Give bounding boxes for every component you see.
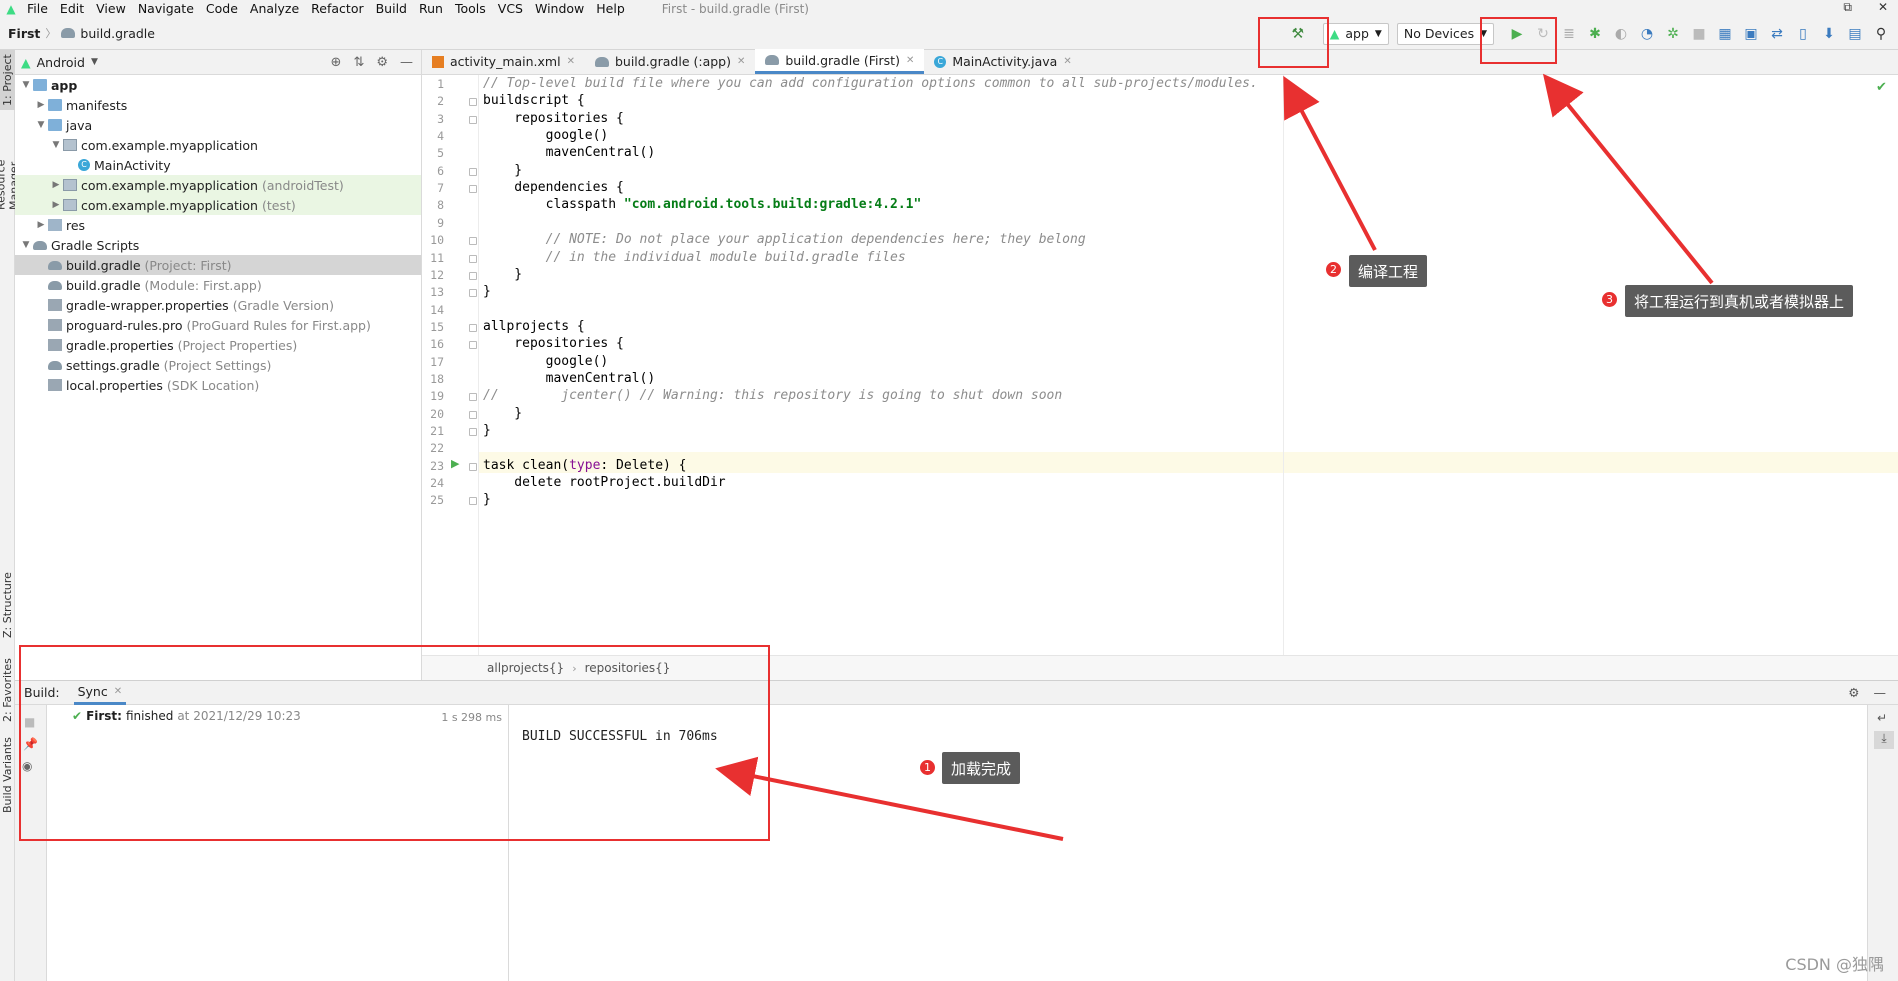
arrow-build — [1283, 75, 1377, 251]
annotation-label-1: 加载完成 — [942, 752, 1021, 784]
annotation-badge-2: 2 — [1324, 260, 1343, 279]
watermark: CSDN @独隅 — [1785, 955, 1884, 974]
annotation-badge-3: 3 — [1600, 290, 1619, 309]
annotation-arrows — [715, 73, 1714, 841]
annotation-badge-1: 1 — [918, 758, 937, 777]
annotation-label-3: 将工程运行到真机或者模拟器上 — [1625, 285, 1854, 317]
arrow-run — [1542, 73, 1714, 285]
run-gutter-icon[interactable]: ▶ — [451, 457, 459, 470]
annotation-label-2: 编译工程 — [1349, 255, 1428, 287]
